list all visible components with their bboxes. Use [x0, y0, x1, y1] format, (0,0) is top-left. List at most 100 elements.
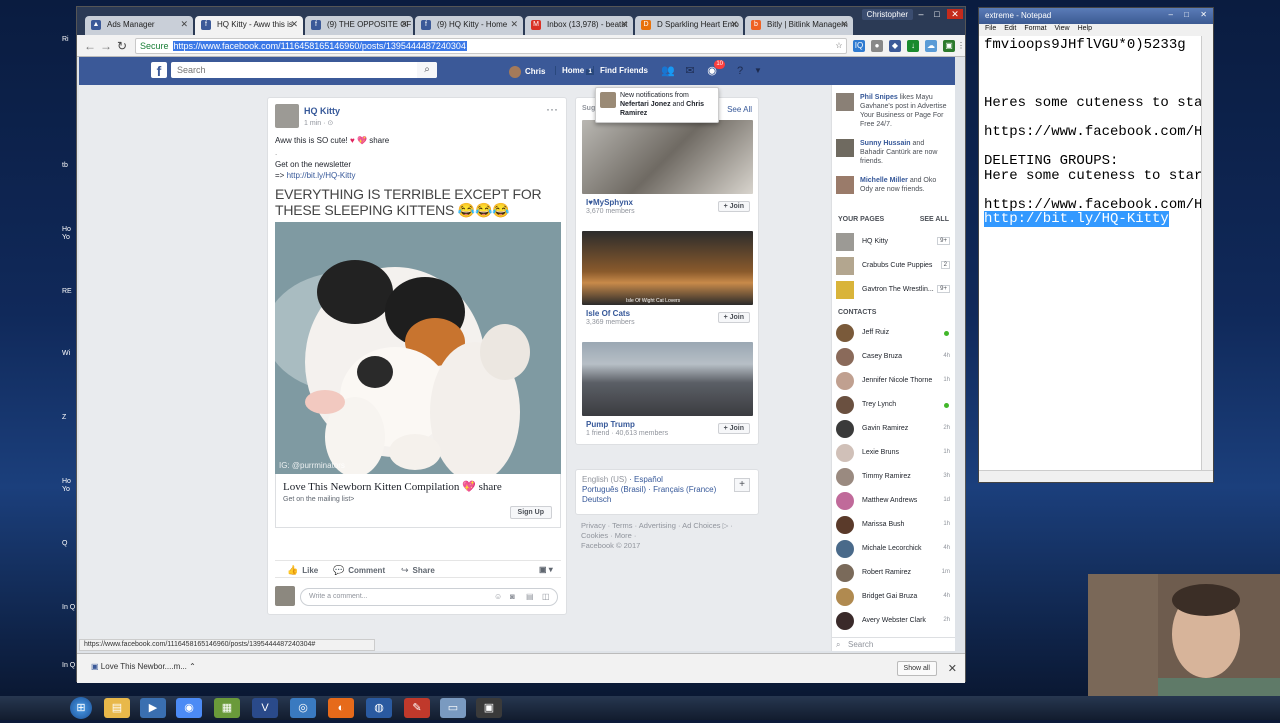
extension-green-icon[interactable]: ▣ [943, 40, 955, 52]
file-explorer-icon[interactable]: ▤ [104, 698, 130, 718]
nav-profile-link[interactable]: Chris [509, 66, 545, 78]
contact-item[interactable]: Casey Bruza 4h [836, 347, 952, 367]
your-page-item[interactable]: Crabubs Cute Puppies 2 [836, 257, 952, 275]
account-dropdown-icon[interactable]: ▼ [751, 64, 765, 78]
your-page-item[interactable]: Gavtron The Wrestlin... 9+ [836, 281, 952, 299]
tab-bitly[interactable]: b Bitly | Bitlink Managem ✕ [745, 16, 853, 35]
share-button[interactable]: ↪ Share [401, 565, 435, 576]
close-icon[interactable]: ✕ [290, 19, 298, 30]
close-window-icon[interactable]: ✕ [1200, 10, 1207, 19]
post-bitly-link[interactable]: http://bit.ly/HQ-Kitty [287, 171, 356, 180]
post-as-selector[interactable]: ▣ ▾ [539, 565, 553, 574]
tab-hq-kitty-home[interactable]: f (9) HQ Kitty - Home ✕ [415, 16, 523, 35]
vertical-scrollbar[interactable] [1201, 36, 1213, 470]
contact-item[interactable]: Matthew Andrews 1d [836, 491, 952, 511]
contact-item[interactable]: Michale Lecorchick 4h [836, 539, 952, 559]
contact-item[interactable]: Jeff Ruiz [836, 323, 952, 343]
app-notes-icon[interactable]: ▭ [440, 698, 466, 718]
nav-find-friends-link[interactable]: Find Friends [593, 66, 648, 75]
footer-links[interactable]: Privacy · Terms · Advertising · Ad Choic… [581, 521, 751, 541]
app-q-icon[interactable]: ◎ [290, 698, 316, 718]
facebook-logo-icon[interactable]: f [151, 62, 167, 79]
chrome-icon[interactable]: ◉ [176, 698, 202, 718]
language-option[interactable]: Português (Brasil) [582, 485, 646, 494]
contact-item[interactable]: Jennifer Nicole Thorne 1h [836, 371, 952, 391]
extension-iq-icon[interactable]: IQ [853, 40, 865, 52]
comment-button[interactable]: 💬 Comment [333, 565, 385, 576]
sticker-icon[interactable]: ◫ [542, 592, 550, 601]
camera-icon[interactable]: ◙ [510, 592, 515, 601]
close-window-icon[interactable]: ✕ [947, 9, 963, 19]
language-option[interactable]: Français (France) [653, 485, 716, 494]
group-name[interactable]: Pump Trump [586, 420, 635, 429]
download-item[interactable]: ▣ Love This Newbor....m... ⌃ [91, 662, 196, 671]
contact-item[interactable]: Lexie Bruns 1h [836, 443, 952, 463]
close-icon[interactable]: ✕ [948, 662, 957, 675]
maximize-icon[interactable]: □ [1184, 10, 1189, 19]
menu-edit[interactable]: Edit [1004, 25, 1016, 32]
ticker-name[interactable]: Phil Snipes [860, 94, 898, 101]
app-red-icon[interactable]: ✎ [404, 698, 430, 718]
menu-format[interactable]: Format [1024, 25, 1046, 32]
group-item[interactable]: Pump Trump 1 friend · 40,613 members + J… [582, 342, 754, 446]
ticker-name[interactable]: Sunny Hussain [860, 140, 911, 147]
minimize-icon[interactable]: ‒ [1169, 10, 1173, 19]
sign-up-button[interactable]: Sign Up [509, 506, 552, 519]
chat-search-input[interactable]: ⌕ Search [832, 637, 955, 651]
menu-file[interactable]: File [985, 25, 996, 32]
group-name[interactable]: I♥MySphynx [586, 198, 633, 207]
profile-name-badge[interactable]: Christopher [861, 9, 913, 20]
group-item[interactable]: I♥MySphynx 3,670 members + Join [582, 120, 754, 224]
language-option[interactable]: Español [634, 475, 663, 484]
minimize-icon[interactable]: ‒ [913, 9, 929, 19]
contact-item[interactable]: Timmy Ramirez 3h [836, 467, 952, 487]
language-option[interactable]: Deutsch [582, 495, 611, 504]
bookmark-star-icon[interactable]: ☆ [833, 40, 845, 52]
ticker-item[interactable]: Michelle Miller and Oko Ody are now frie… [836, 176, 950, 194]
see-all-groups-link[interactable]: See All [727, 105, 752, 114]
close-icon[interactable]: ✕ [840, 19, 848, 30]
menu-view[interactable]: View [1055, 25, 1070, 32]
join-group-button[interactable]: + Join [717, 312, 750, 323]
notepad-text-area[interactable]: fmvioops9JHflVGU*0)5233g Heres some cute… [984, 38, 1210, 472]
forward-arrow-icon[interactable]: → [99, 39, 113, 53]
group-cover-image[interactable]: Isle Of Wight Cat Lovers [582, 231, 753, 305]
url-input[interactable]: Secure https://www.facebook.com/111645816… [135, 38, 847, 54]
app-v-icon[interactable]: V [252, 698, 278, 718]
contact-item[interactable]: Marissa Bush 1h [836, 515, 952, 535]
extension-cloud-icon[interactable]: ☁ [925, 40, 937, 52]
firefox-icon[interactable]: ◐ [328, 698, 354, 718]
back-arrow-icon[interactable]: ← [83, 39, 97, 53]
chevron-up-icon[interactable]: ⌃ [189, 662, 196, 671]
notepad-taskbar-icon[interactable]: ▦ [214, 698, 240, 718]
more-languages-button[interactable]: + [734, 478, 750, 492]
join-group-button[interactable]: + Join [717, 423, 750, 434]
close-icon[interactable]: ✕ [180, 19, 188, 30]
maximize-icon[interactable]: □ [929, 9, 945, 19]
extension-ghost-icon[interactable]: ● [871, 40, 883, 52]
search-icon[interactable]: ⌕ [417, 62, 437, 78]
language-option[interactable]: English (US) [582, 475, 627, 484]
extension-pocket-icon[interactable]: ◆ [889, 40, 901, 52]
page-avatar[interactable] [275, 104, 299, 128]
close-icon[interactable]: ✕ [730, 19, 738, 30]
contact-item[interactable]: Robert Ramirez 1m [836, 563, 952, 583]
join-group-button[interactable]: + Join [717, 201, 750, 212]
group-cover-image[interactable] [582, 342, 753, 416]
gif-icon[interactable]: ▤ [526, 592, 534, 601]
your-pages-see-all-link[interactable]: SEE ALL [920, 216, 949, 223]
reload-icon[interactable]: ↻ [115, 39, 129, 53]
facebook-search-input[interactable] [171, 62, 437, 78]
link-preview-card[interactable]: Love This Newborn Kitten Compilation 💖 s… [275, 474, 561, 528]
contact-item[interactable]: Trey Lynch [836, 395, 952, 415]
post-timestamp[interactable]: 1 min · ⊙ [304, 119, 333, 127]
post-options-icon[interactable]: ··· [546, 102, 558, 116]
group-name[interactable]: Isle Of Cats [586, 309, 630, 318]
app-terminal-icon[interactable]: ▣ [476, 698, 502, 718]
tab-inbox[interactable]: M Inbox (13,978) - beatst ✕ [525, 16, 633, 35]
close-icon[interactable]: ✕ [400, 19, 408, 30]
notification-popup[interactable]: New notifications from Nefertari Jonez a… [595, 87, 719, 123]
your-page-item[interactable]: HQ Kitty 9+ [836, 233, 952, 251]
tab-opposite-of[interactable]: f (9) THE OPPOSITE OF ✕ [305, 16, 413, 35]
contact-item[interactable]: Gavin Ramirez 2h [836, 419, 952, 439]
